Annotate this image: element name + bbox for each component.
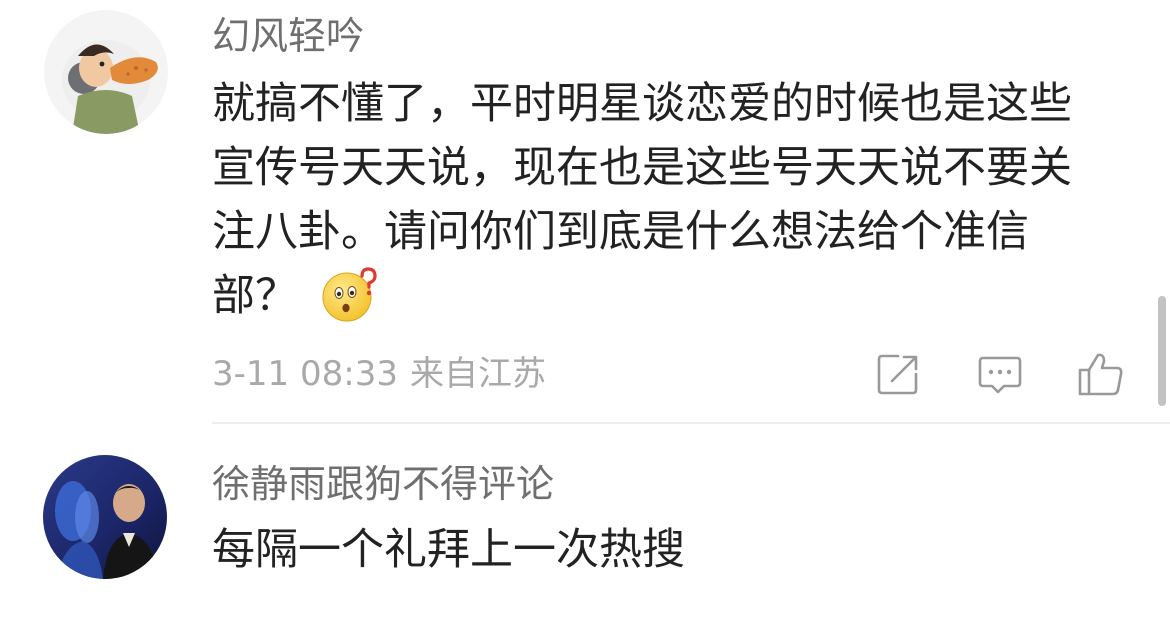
comment-timestamp: 3-11 08:33 bbox=[212, 354, 398, 394]
comment-text-line: 就搞不懂了，平时明星谈恋爱的时候也是这些 bbox=[212, 79, 1072, 129]
comment-text-line: 注八卦。请问你们到底是什么想法给个准信 bbox=[212, 207, 1029, 257]
like-icon[interactable] bbox=[1076, 350, 1124, 398]
scrollbar[interactable] bbox=[1158, 296, 1166, 406]
comment-text: 每隔一个礼拜上一次热搜 bbox=[212, 518, 1137, 582]
comment-divider bbox=[212, 422, 1170, 424]
comment-text: 就搞不懂了，平时明星谈恋爱的时候也是这些 宣传号天天说，现在也是这些号天天说不要… bbox=[212, 72, 1137, 328]
comment-text-line: 宣传号天天说，现在也是这些号天天说不要关 bbox=[212, 143, 1072, 193]
thinking-question-emoji-icon bbox=[320, 266, 378, 324]
avatar[interactable] bbox=[44, 10, 168, 134]
comment-icon[interactable] bbox=[976, 350, 1024, 398]
comment-list: 幻风轻吟 就搞不懂了，平时明星谈恋爱的时候也是这些 宣传号天天说，现在也是这些号… bbox=[0, 0, 1170, 619]
comment-location: 来自江苏 bbox=[409, 354, 546, 394]
comment-text-line: 部？ bbox=[212, 271, 298, 321]
comment-username[interactable]: 徐静雨跟狗不得评论 bbox=[212, 462, 554, 506]
share-icon[interactable] bbox=[874, 350, 922, 398]
comment-text-last-line: 部？ bbox=[212, 264, 1137, 328]
cartoon-avatar-image bbox=[44, 10, 168, 134]
comment-username[interactable]: 幻风轻吟 bbox=[212, 14, 364, 58]
photo-avatar-image bbox=[43, 455, 167, 579]
comment-text-line: 每隔一个礼拜上一次热搜 bbox=[212, 525, 685, 575]
avatar[interactable] bbox=[43, 455, 167, 579]
comment-meta: 3-11 08:33 来自江苏 bbox=[212, 352, 546, 396]
